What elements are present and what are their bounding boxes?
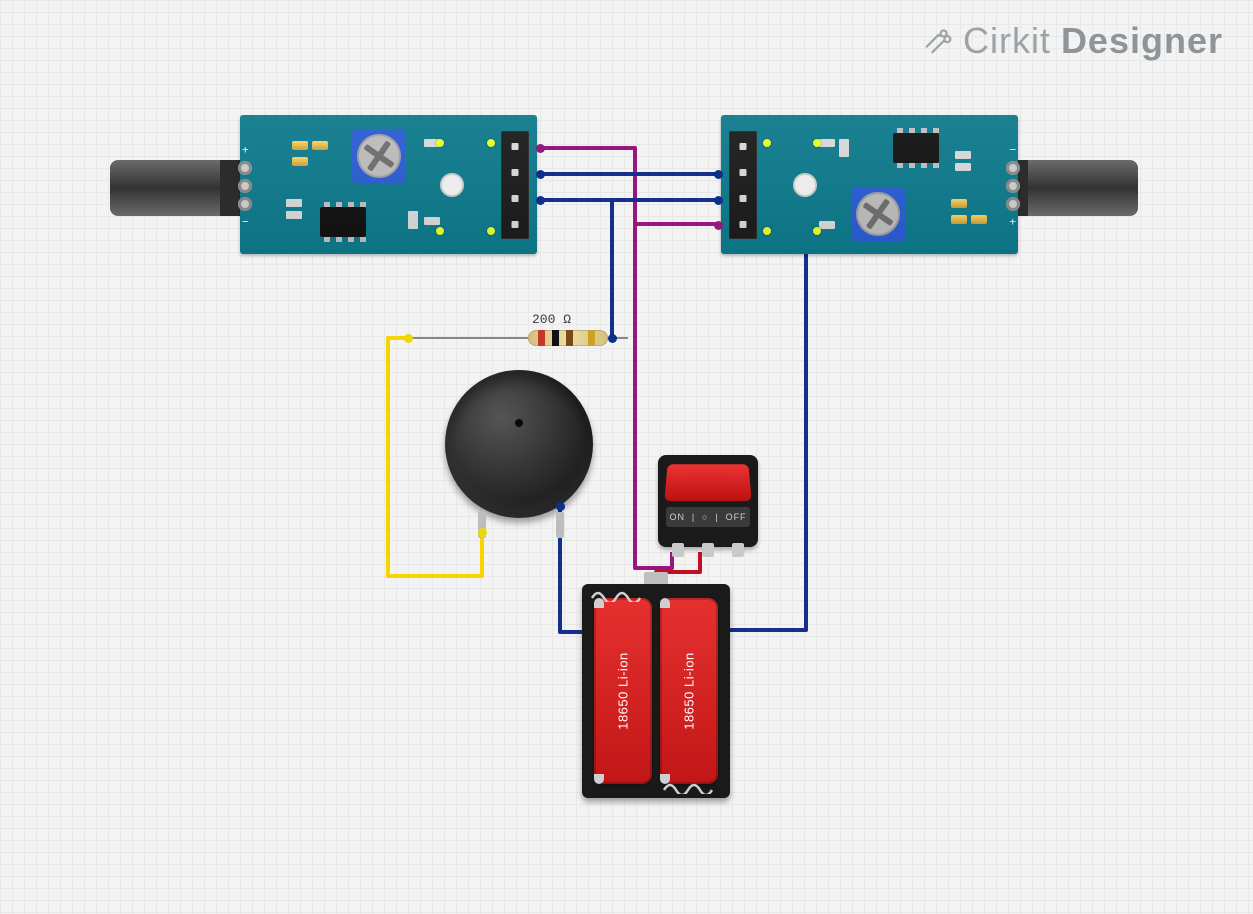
spring-icon: [590, 588, 650, 602]
probe-right[interactable]: [1008, 160, 1138, 216]
logo-text-1: Cirkit: [963, 20, 1051, 62]
plus-mark: +: [242, 143, 249, 156]
ic-chip-left: [320, 207, 366, 237]
resistor-label: 200 Ω: [532, 312, 571, 327]
rocker-toggle[interactable]: [664, 464, 751, 501]
trimpot-right[interactable]: [851, 187, 905, 241]
sensor-module-left[interactable]: + −: [240, 115, 537, 254]
switch-label-panel: ON | ○ | OFF: [666, 507, 750, 527]
cell-label-2: 18650 Li-ion: [682, 652, 697, 730]
rocker-switch[interactable]: ON | ○ | OFF: [658, 455, 758, 547]
cell-label-1: 18650 Li-ion: [616, 652, 631, 730]
resistor-200-ohm[interactable]: [528, 330, 608, 346]
switch-lug-1: [672, 543, 684, 557]
diagram-canvas[interactable]: Cirkit Designer: [0, 0, 1253, 914]
switch-on-label: ON: [669, 512, 685, 522]
sensor-module-right[interactable]: − +: [721, 115, 1018, 254]
node-resistor-left: [404, 334, 413, 343]
pin-header-right[interactable]: [729, 131, 757, 239]
plus-mark-r: +: [1009, 215, 1016, 228]
spring-icon: [662, 780, 722, 794]
switch-divider2: |: [715, 512, 718, 522]
minus-mark-r: −: [1009, 143, 1016, 156]
switch-lug-3: [732, 543, 744, 557]
logo-text-2: Designer: [1061, 20, 1223, 62]
ic-chip-right: [893, 133, 939, 163]
switch-off-label: OFF: [726, 512, 747, 522]
probe-left[interactable]: [110, 160, 240, 216]
battery-terminal: [644, 572, 668, 584]
logo-icon: [923, 26, 953, 56]
switch-divider: |: [692, 512, 695, 522]
node-resistor-right: [608, 334, 617, 343]
switch-lug-2: [702, 543, 714, 557]
buzzer-pin-minus: [556, 512, 564, 538]
minus-mark: −: [242, 215, 249, 228]
battery-cell-2: 18650 Li-ion: [660, 598, 718, 784]
piezo-buzzer[interactable]: [445, 370, 593, 518]
app-logo: Cirkit Designer: [923, 20, 1223, 62]
battery-cell-1: 18650 Li-ion: [594, 598, 652, 784]
pin-header-left[interactable]: [501, 131, 529, 239]
battery-holder-2x18650[interactable]: 18650 Li-ion 18650 Li-ion: [582, 584, 730, 798]
switch-circle: ○: [702, 512, 708, 522]
trimpot-left[interactable]: [352, 129, 406, 183]
